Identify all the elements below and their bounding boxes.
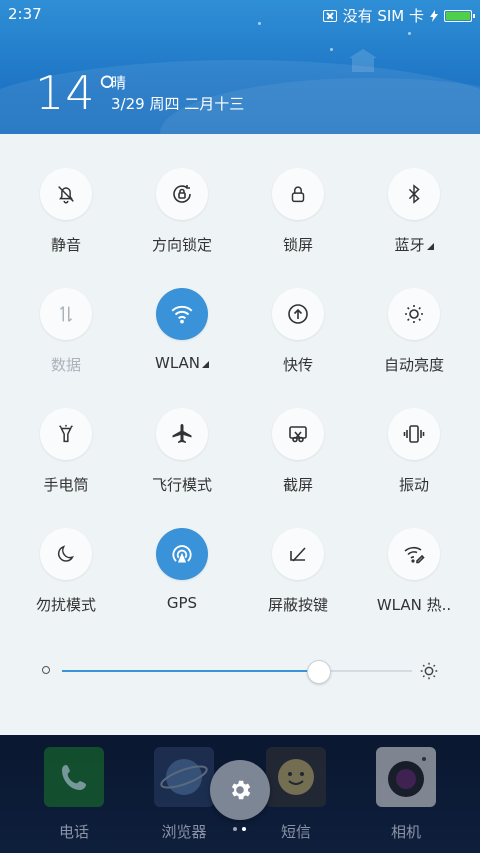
page-indicator: [233, 827, 246, 831]
mobile-data-icon: [40, 288, 92, 340]
tile-label: 手电筒: [43, 476, 89, 494]
tile-flashlight[interactable]: 手电筒: [8, 388, 124, 508]
tile-mobile-data[interactable]: 数据: [8, 268, 124, 388]
tile-airplane-mode[interactable]: 飞行模式: [124, 388, 240, 508]
tile-label: 快传: [282, 356, 313, 374]
bell-off-icon: [40, 168, 92, 220]
screenshot-icon: [272, 408, 324, 460]
tile-label: 勿扰模式: [35, 596, 96, 614]
tile-label: 屏蔽按键: [267, 596, 328, 614]
dock-label: 短信: [280, 823, 311, 841]
tile-block-keys[interactable]: 屏蔽按键: [240, 508, 356, 628]
brightness-icon: [388, 288, 440, 340]
brightness-fill: [62, 670, 318, 672]
tile-quick-transfer[interactable]: 快传: [240, 268, 356, 388]
tile-do-not-disturb[interactable]: 勿扰模式: [8, 508, 124, 628]
house-decoration: [349, 49, 377, 72]
brightness-knob[interactable]: [306, 660, 331, 684]
vibrate-icon: [388, 408, 440, 460]
weather-header: 2:37 没有 SIM 卡 14° 晴 3/29 周四 二月十三: [0, 0, 480, 134]
tile-silent[interactable]: 静音: [8, 148, 124, 268]
tile-wlan-hotspot[interactable]: WLAN 热..: [356, 508, 472, 628]
charging-icon: [430, 9, 438, 22]
block-keys-icon: [272, 528, 324, 580]
brightness-slider[interactable]: [40, 660, 440, 684]
dock-label: 相机: [390, 823, 421, 841]
lock-icon: [272, 168, 324, 220]
message-icon[interactable]: [266, 747, 326, 807]
tile-gps[interactable]: GPS: [124, 508, 240, 628]
battery-icon: [444, 9, 475, 22]
status-time: 2:37: [8, 5, 42, 23]
wifi-icon: [156, 288, 208, 340]
tile-label: 振动: [398, 476, 429, 494]
tile-label: 截屏: [282, 476, 313, 494]
tile-label: 锁屏: [282, 236, 313, 254]
tile-bluetooth[interactable]: 蓝牙: [356, 148, 472, 268]
tile-label: 飞行模式: [151, 476, 212, 494]
temperature[interactable]: 14°: [35, 66, 120, 120]
gear-icon: [231, 780, 251, 800]
tile-label: 静音: [50, 236, 81, 254]
weather-condition: 晴: [111, 74, 127, 92]
phone-icon[interactable]: [44, 747, 104, 807]
sim-status: 没有 SIM 卡: [342, 7, 424, 25]
bluetooth-icon: [388, 168, 440, 220]
hotspot-icon: [388, 528, 440, 580]
flashlight-icon: [40, 408, 92, 460]
tile-rotation-lock[interactable]: 方向锁定: [124, 148, 240, 268]
browser-icon[interactable]: [154, 747, 214, 807]
tile-label: 数据: [50, 356, 81, 374]
dock-label: 电话: [58, 823, 89, 841]
camera-icon[interactable]: [376, 747, 436, 807]
tile-auto-brightness[interactable]: 自动亮度: [356, 268, 472, 388]
no-sim-icon: [322, 9, 337, 22]
star-decoration: [408, 32, 411, 35]
brightness-high-icon: [420, 662, 438, 680]
tile-label: 自动亮度: [383, 356, 444, 374]
settings-button[interactable]: [210, 760, 270, 820]
tile-wlan[interactable]: WLAN: [124, 268, 240, 388]
status-bar: 2:37 没有 SIM 卡: [0, 0, 480, 28]
tile-lock-screen[interactable]: 锁屏: [240, 148, 356, 268]
gps-icon: [156, 528, 208, 580]
brightness-track[interactable]: [62, 670, 412, 672]
upload-icon: [272, 288, 324, 340]
tile-label: GPS: [166, 594, 198, 612]
brightness-low-icon: [42, 666, 50, 674]
page-dot-active: [242, 827, 246, 831]
star-decoration: [330, 48, 333, 51]
date-label[interactable]: 3/29 周四 二月十三: [111, 93, 244, 114]
page-dot: [233, 827, 237, 831]
dock-label: 浏览器: [161, 823, 207, 841]
tile-label: WLAN 热..: [376, 596, 452, 614]
moon-icon: [40, 528, 92, 580]
tile-label: WLAN: [124, 354, 240, 372]
tile-vibrate[interactable]: 振动: [356, 388, 472, 508]
tile-screenshot[interactable]: 截屏: [240, 388, 356, 508]
airplane-icon: [156, 408, 208, 460]
tile-label: 蓝牙: [356, 234, 472, 255]
rotation-lock-icon: [156, 168, 208, 220]
tile-label: 方向锁定: [151, 236, 212, 254]
